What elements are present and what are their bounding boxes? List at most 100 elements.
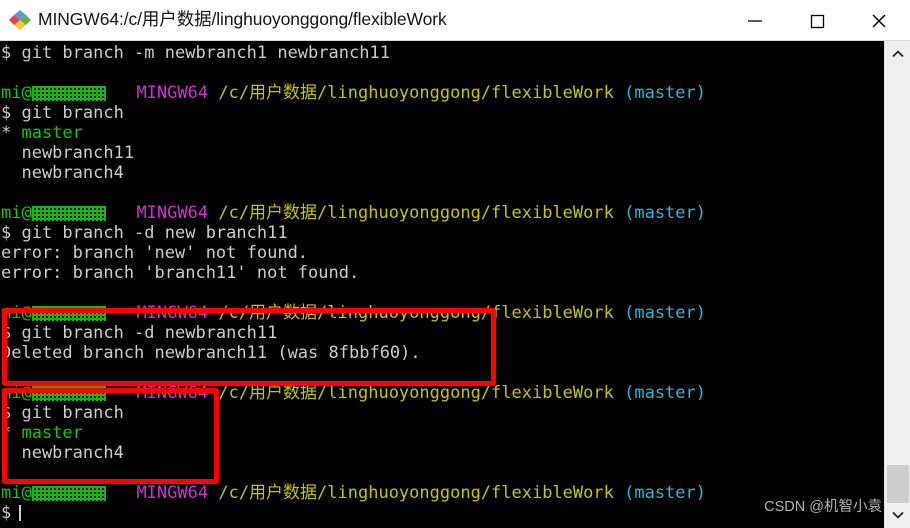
terminal-line-prompt-5: mi@ MINGW64 /c/用户数据/linghuoyonggong/flex… <box>0 483 884 503</box>
prompt-spacer-3 <box>614 83 624 103</box>
title-bar[interactable]: MINGW64:/c/用户数据/linghuoyonggong/flexible… <box>0 0 910 41</box>
prompt-user: mi@ <box>1 383 32 403</box>
prompt-spacer-3 <box>614 483 624 503</box>
prompt-spacer-2 <box>208 203 218 223</box>
terminal-line-blank-2 <box>0 183 884 203</box>
prompt-user: mi@ <box>1 303 32 323</box>
terminal-text: Deleted branch newbranch11 (was 8fbbf60)… <box>1 343 421 363</box>
terminal-line-branch-master-2: * master <box>0 423 884 443</box>
censored-hostname <box>31 386 106 401</box>
terminal-line-blank-4 <box>0 363 884 383</box>
terminal-line-prompt-4: mi@ MINGW64 /c/用户数据/linghuoyonggong/flex… <box>0 383 884 403</box>
current-branch-name: master <box>21 423 83 443</box>
chevron-up-icon[interactable] <box>885 43 910 65</box>
prompt-branch: (master) <box>624 203 706 223</box>
mingw-diamond-icon <box>9 9 31 31</box>
censored-hostname <box>31 486 106 501</box>
prompt-spacer <box>106 83 137 103</box>
censored-hostname <box>31 306 106 321</box>
mingw64-terminal-window: MINGW64:/c/用户数据/linghuoyonggong/flexible… <box>0 0 910 528</box>
prompt-branch: (master) <box>624 83 706 103</box>
terminal-text: $ git branch -m newbranch1 newbranch11 <box>1 43 390 63</box>
prompt-spacer <box>106 383 137 403</box>
terminal-text: newbranch4 <box>1 163 124 183</box>
terminal-line-prompt-2: mi@ MINGW64 /c/用户数据/linghuoyonggong/flex… <box>0 203 884 223</box>
terminal-lines: $ git branch -m newbranch1 newbranch11 m… <box>0 43 884 523</box>
terminal-line-error-branch11: error: branch 'branch11' not found. <box>0 263 884 283</box>
terminal-text: error: branch 'branch11' not found. <box>1 263 360 283</box>
prompt-shell: MINGW64 <box>136 383 209 403</box>
prompt-spacer <box>106 303 137 323</box>
terminal-line-prompt-1: mi@ MINGW64 /c/用户数据/linghuoyonggong/flex… <box>0 83 884 103</box>
terminal-line-cmd-branch-2: $ git branch <box>0 403 884 423</box>
terminal-line-branch-nb4-2: newbranch4 <box>0 443 884 463</box>
terminal-text: newbranch11 <box>1 143 135 163</box>
terminal-text: $ git branch <box>1 103 124 123</box>
terminal-output-area[interactable]: $ git branch -m newbranch1 newbranch11 m… <box>0 41 884 528</box>
window-controls <box>724 0 910 41</box>
prompt-spacer-2 <box>208 383 218 403</box>
prompt-shell: MINGW64 <box>136 303 209 323</box>
scrollbar-thumb[interactable] <box>887 465 909 503</box>
prompt-spacer-2 <box>208 303 218 323</box>
censored-hostname <box>31 86 106 101</box>
text-cursor <box>19 505 22 521</box>
terminal-line-blank-5 <box>0 463 884 483</box>
prompt-path: /c/用户数据/linghuoyonggong/flexibleWork <box>218 83 614 103</box>
prompt-branch: (master) <box>624 483 706 503</box>
terminal-line-cmd-branch-1: $ git branch <box>0 103 884 123</box>
prompt-spacer-2 <box>208 83 218 103</box>
prompt-spacer-3 <box>614 303 624 323</box>
terminal-line-blank-3 <box>0 283 884 303</box>
prompt-user: mi@ <box>1 83 32 103</box>
terminal-line-cmd-delete-bad: $ git branch -d new branch11 <box>0 223 884 243</box>
maximize-button[interactable] <box>786 0 848 41</box>
prompt-branch: (master) <box>624 383 706 403</box>
terminal-line-cmd-empty: $ <box>0 503 884 523</box>
prompt-spacer <box>106 203 137 223</box>
prompt-spacer-3 <box>614 383 624 403</box>
terminal-line-cmd-rename: $ git branch -m newbranch1 newbranch11 <box>0 43 884 63</box>
prompt-spacer-3 <box>614 203 624 223</box>
vertical-scrollbar[interactable] <box>884 41 910 528</box>
terminal-line-cmd-delete-good: $ git branch -d newbranch11 <box>0 323 884 343</box>
terminal-line-blank-1 <box>0 63 884 83</box>
prompt-path: /c/用户数据/linghuoyonggong/flexibleWork <box>218 383 614 403</box>
terminal-line-error-new: error: branch 'new' not found. <box>0 243 884 263</box>
prompt-shell: MINGW64 <box>136 203 209 223</box>
current-branch-marker: * <box>1 423 22 443</box>
terminal-text: $ git branch -d new branch11 <box>1 223 288 243</box>
current-branch-name: master <box>21 123 83 143</box>
prompt-shell: MINGW64 <box>136 83 209 103</box>
terminal-line-branch-nb11: newbranch11 <box>0 143 884 163</box>
prompt-spacer-2 <box>208 483 218 503</box>
prompt-path: /c/用户数据/linghuoyonggong/flexibleWork <box>218 303 614 323</box>
terminal-line-branch-master-1: * master <box>0 123 884 143</box>
terminal-text: error: branch 'new' not found. <box>1 243 309 263</box>
close-button[interactable] <box>848 0 910 41</box>
chevron-down-icon[interactable] <box>885 504 910 526</box>
terminal-line-branch-nb4-1: newbranch4 <box>0 163 884 183</box>
terminal-text: newbranch4 <box>1 443 124 463</box>
prompt-spacer <box>106 483 137 503</box>
minimize-button[interactable] <box>724 0 786 41</box>
prompt-sigil: $ <box>1 503 12 523</box>
prompt-user: mi@ <box>1 203 32 223</box>
prompt-user: mi@ <box>1 483 32 503</box>
window-title: MINGW64:/c/用户数据/linghuoyonggong/flexible… <box>38 9 447 30</box>
censored-hostname <box>31 206 106 221</box>
prompt-shell: MINGW64 <box>136 483 209 503</box>
prompt-path: /c/用户数据/linghuoyonggong/flexibleWork <box>218 203 614 223</box>
prompt-branch: (master) <box>624 303 706 323</box>
terminal-line-prompt-3: mi@ MINGW64 /c/用户数据/linghuoyonggong/flex… <box>0 303 884 323</box>
terminal-text: $ git branch -d newbranch11 <box>1 323 278 343</box>
prompt-path: /c/用户数据/linghuoyonggong/flexibleWork <box>218 483 614 503</box>
current-branch-marker: * <box>1 123 22 143</box>
terminal-text: $ git branch <box>1 403 124 423</box>
terminal-line-out-deleted: Deleted branch newbranch11 (was 8fbbf60)… <box>0 343 884 363</box>
